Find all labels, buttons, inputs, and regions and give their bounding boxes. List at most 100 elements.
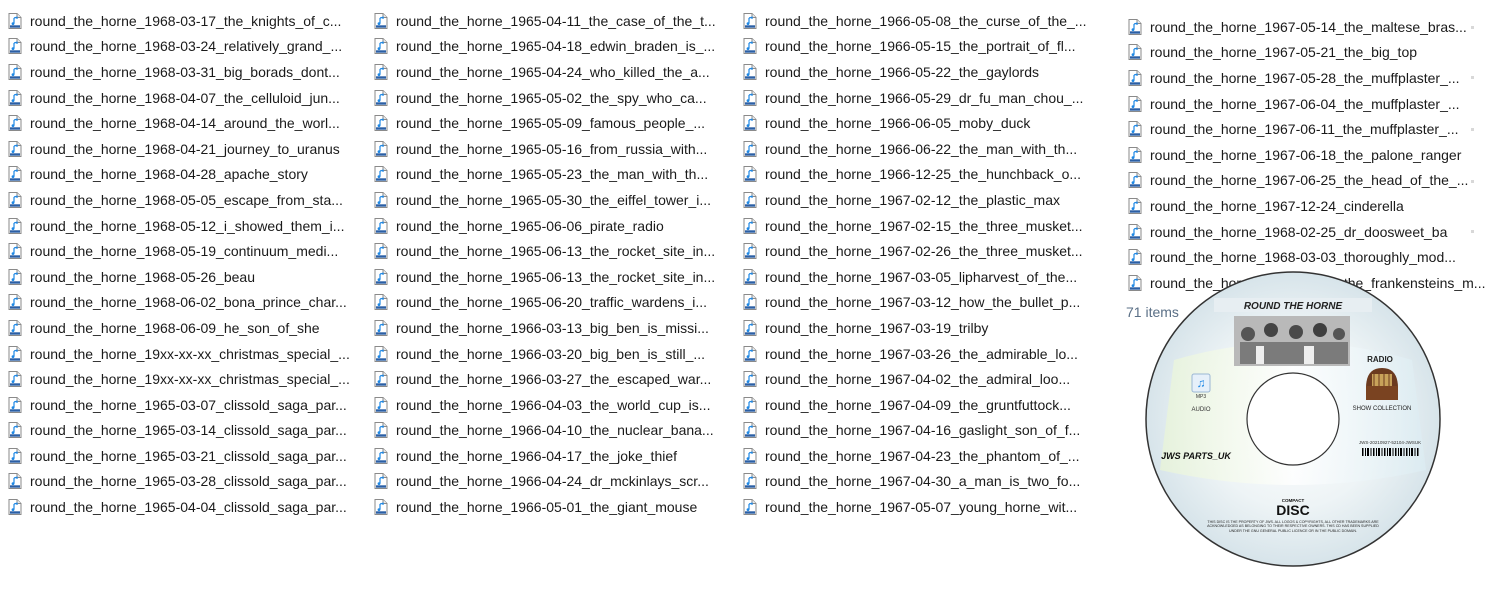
mp3-audio-file-icon: [743, 217, 757, 234]
file-item[interactable]: round_the_horne_1965-05-23_the_man_with_…: [374, 162, 716, 188]
mp3-audio-file-icon: [374, 12, 388, 29]
file-item[interactable]: round_the_horne_1967-03-12_how_the_bulle…: [743, 290, 1086, 316]
file-item[interactable]: round_the_horne_1966-05-22_the_gaylords: [743, 59, 1086, 85]
file-item[interactable]: round_the_horne_1968-03-03_thoroughly_mo…: [1128, 244, 1485, 270]
file-name: round_the_horne_1967-03-26_the_admirable…: [765, 345, 1078, 362]
file-item[interactable]: round_the_horne_1965-06-06_pirate_radio: [374, 213, 716, 239]
file-item[interactable]: round_the_horne_1968-05-26_beau: [8, 264, 350, 290]
file-item[interactable]: round_the_horne_1966-12-25_the_hunchback…: [743, 162, 1086, 188]
file-item[interactable]: round_the_horne_1965-03-07_clissold_saga…: [8, 392, 350, 418]
file-name: round_the_horne_1966-05-29_dr_fu_man_cho…: [765, 89, 1084, 106]
file-item[interactable]: round_the_horne_1968-05-19_continuum_med…: [8, 238, 350, 264]
file-name: round_the_horne_1967-03-19_trilby: [765, 319, 989, 336]
mp3-audio-file-icon: [743, 243, 757, 260]
file-item[interactable]: round_the_horne_1967-06-04_the_muffplast…: [1128, 91, 1485, 117]
file-item[interactable]: round_the_horne_1967-03-19_trilby: [743, 315, 1086, 341]
file-item[interactable]: round_the_horne_1967-02-12_the_plastic_m…: [743, 187, 1086, 213]
file-item[interactable]: round_the_horne_1965-04-04_clissold_saga…: [8, 494, 350, 520]
file-item[interactable]: round_the_horne_1968-06-02_bona_prince_c…: [8, 290, 350, 316]
mp3-audio-file-icon: [1128, 223, 1142, 240]
file-item[interactable]: round_the_horne_1968-03-24_relatively_gr…: [8, 34, 350, 60]
file-item[interactable]: round_the_horne_1966-05-01_the_giant_mou…: [374, 494, 716, 520]
mp3-audio-file-icon: [374, 191, 388, 208]
file-item[interactable]: round_the_horne_1965-03-28_clissold_saga…: [8, 469, 350, 495]
mp3-audio-file-icon: [374, 447, 388, 464]
file-item[interactable]: round_the_horne_1967-05-21_the_big_top: [1128, 40, 1485, 66]
file-item[interactable]: round_the_horne_1966-04-10_the_nuclear_b…: [374, 418, 716, 444]
file-item[interactable]: round_the_horne_1966-03-20_big_ben_is_st…: [374, 341, 716, 367]
file-item[interactable]: round_the_horne_1965-05-16_from_russia_w…: [374, 136, 716, 162]
compact-disc-logo: DISC: [1276, 502, 1309, 518]
file-item[interactable]: round_the_horne_19xx-xx-xx_christmas_spe…: [8, 366, 350, 392]
file-item[interactable]: round_the_horne_1967-04-16_gaslight_son_…: [743, 418, 1086, 444]
file-item[interactable]: round_the_horne_1967-06-11_the_muffplast…: [1128, 116, 1485, 142]
file-item[interactable]: round_the_horne_1968-05-05_escape_from_s…: [8, 187, 350, 213]
mp3-audio-file-icon: [8, 38, 22, 55]
file-item[interactable]: round_the_horne_1965-05-02_the_spy_who_c…: [374, 85, 716, 111]
file-item[interactable]: round_the_horne_1967-12-24_cinderella: [1128, 193, 1485, 219]
file-item[interactable]: round_the_horne_1965-03-14_clissold_saga…: [8, 418, 350, 444]
file-item[interactable]: round_the_horne_1967-02-26_the_three_mus…: [743, 238, 1086, 264]
file-item[interactable]: round_the_horne_1968-02-25_dr_doosweet_b…: [1128, 219, 1485, 245]
file-item[interactable]: round_the_horne_1967-04-23_the_phantom_o…: [743, 443, 1086, 469]
file-name: round_the_horne_1965-06-13_the_rocket_si…: [396, 268, 716, 285]
file-item[interactable]: round_the_horne_1965-05-30_the_eiffel_to…: [374, 187, 716, 213]
file-item[interactable]: round_the_horne_1965-03-21_clissold_saga…: [8, 443, 350, 469]
cd-title: ROUND THE HORNE: [1244, 301, 1343, 312]
file-item[interactable]: round_the_horne_1965-06-20_traffic_warde…: [374, 290, 716, 316]
mp3-audio-file-icon: [1128, 44, 1142, 61]
file-item[interactable]: round_the_horne_1968-03-17_the_knights_o…: [8, 8, 350, 34]
file-item[interactable]: round_the_horne_1968-06-09_he_son_of_she: [8, 315, 350, 341]
file-item[interactable]: round_the_horne_1967-05-07_young_horne_w…: [743, 494, 1086, 520]
file-item[interactable]: round_the_horne_1967-06-18_the_palone_ra…: [1128, 142, 1485, 168]
file-item[interactable]: round_the_horne_1967-06-25_the_head_of_t…: [1128, 168, 1485, 194]
mp3-audio-file-icon: [743, 319, 757, 336]
file-item[interactable]: round_the_horne_1965-04-24_who_killed_th…: [374, 59, 716, 85]
file-item[interactable]: round_the_horne_1968-04-28_apache_story: [8, 162, 350, 188]
file-item[interactable]: round_the_horne_1965-04-18_edwin_braden_…: [374, 34, 716, 60]
file-item[interactable]: round_the_horne_1967-05-28_the_muffplast…: [1128, 65, 1485, 91]
file-name: round_the_horne_1966-04-17_the_joke_thie…: [396, 447, 678, 464]
file-item[interactable]: round_the_horne_1968-04-07_the_celluloid…: [8, 85, 350, 111]
file-name: round_the_horne_1966-05-22_the_gaylords: [765, 63, 1039, 80]
file-item[interactable]: round_the_horne_1965-06-13_the_rocket_si…: [374, 264, 716, 290]
mp3-audio-file-icon: [743, 38, 757, 55]
file-item[interactable]: round_the_horne_1966-05-15_the_portrait_…: [743, 34, 1086, 60]
mp3-audio-file-icon: [8, 12, 22, 29]
mp3-audio-file-icon: [374, 115, 388, 132]
file-item[interactable]: round_the_horne_1967-03-26_the_admirable…: [743, 341, 1086, 367]
file-item[interactable]: round_the_horne_1965-05-09_famous_people…: [374, 110, 716, 136]
file-name: round_the_horne_1968-03-31_big_borads_do…: [30, 63, 340, 80]
file-item[interactable]: round_the_horne_1966-04-24_dr_mckinlays_…: [374, 469, 716, 495]
file-item[interactable]: round_the_horne_1966-04-03_the_world_cup…: [374, 392, 716, 418]
file-item[interactable]: round_the_horne_1966-06-05_moby_duck: [743, 110, 1086, 136]
file-item[interactable]: round_the_horne_1967-03-05_lipharvest_of…: [743, 264, 1086, 290]
file-item[interactable]: round_the_horne_1967-04-02_the_admiral_l…: [743, 366, 1086, 392]
column-overflow-marker: [1471, 26, 1474, 29]
file-item[interactable]: round_the_horne_1967-05-14_the_maltese_b…: [1128, 14, 1485, 40]
file-item[interactable]: round_the_horne_1968-03-31_big_borads_do…: [8, 59, 350, 85]
file-item[interactable]: round_the_horne_1967-04-30_a_man_is_two_…: [743, 469, 1086, 495]
file-item[interactable]: round_the_horne_1966-03-27_the_escaped_w…: [374, 366, 716, 392]
file-item[interactable]: round_the_horne_1968-04-21_journey_to_ur…: [8, 136, 350, 162]
file-item[interactable]: round_the_horne_19xx-xx-xx_christmas_spe…: [8, 341, 350, 367]
file-item[interactable]: round_the_horne_1966-05-08_the_curse_of_…: [743, 8, 1086, 34]
file-item[interactable]: round_the_horne_1965-06-13_the_rocket_si…: [374, 238, 716, 264]
file-name: round_the_horne_1967-06-25_the_head_of_t…: [1150, 172, 1469, 189]
mp3-audio-file-icon: [374, 294, 388, 311]
column-overflow-marker: [1471, 180, 1474, 183]
file-item[interactable]: round_the_horne_1968-04-14_around_the_wo…: [8, 110, 350, 136]
file-item[interactable]: round_the_horne_1968-05-12_i_showed_them…: [8, 213, 350, 239]
file-item[interactable]: round_the_horne_1966-05-29_dr_fu_man_cho…: [743, 85, 1086, 111]
file-item[interactable]: round_the_horne_1967-04-09_the_gruntfutt…: [743, 392, 1086, 418]
file-item[interactable]: round_the_horne_1967-02-15_the_three_mus…: [743, 213, 1086, 239]
column-overflow-marker: [1471, 230, 1474, 233]
file-name: round_the_horne_1967-02-26_the_three_mus…: [765, 243, 1083, 260]
file-item[interactable]: round_the_horne_1965-04-11_the_case_of_t…: [374, 8, 716, 34]
file-name: round_the_horne_1968-04-28_apache_story: [30, 166, 308, 183]
file-item[interactable]: round_the_horne_1966-04-17_the_joke_thie…: [374, 443, 716, 469]
file-item[interactable]: round_the_horne_1966-03-13_big_ben_is_mi…: [374, 315, 716, 341]
file-item[interactable]: round_the_horne_1966-06-22_the_man_with_…: [743, 136, 1086, 162]
file-name: round_the_horne_1965-04-18_edwin_braden_…: [396, 38, 716, 55]
file-name: round_the_horne_1965-03-28_clissold_saga…: [30, 473, 347, 490]
